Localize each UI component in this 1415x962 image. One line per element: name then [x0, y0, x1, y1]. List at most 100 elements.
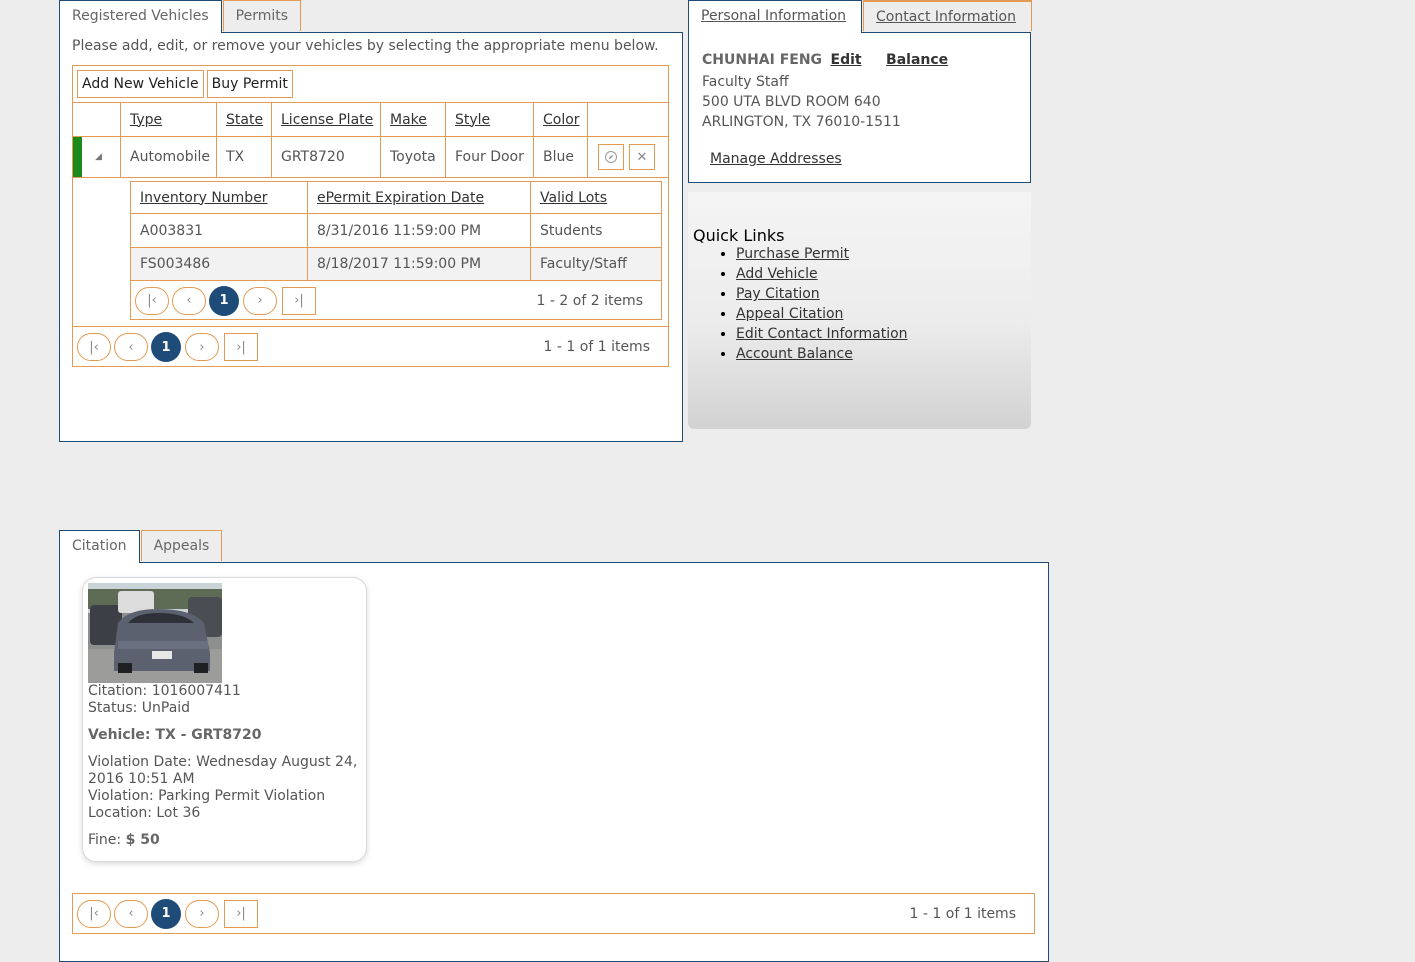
citation-card[interactable]: Citation: 1016007411 Status: UnPaid Vehi… [82, 577, 367, 862]
current-page[interactable]: 1 [151, 332, 181, 362]
person-details: Faculty Staff 500 UTA BLVD ROOM 640 ARLI… [702, 72, 901, 132]
citation-status: Status: UnPaid [88, 700, 191, 716]
previous-page-button[interactable]: ‹ [114, 899, 148, 928]
list-item: Account Balance [736, 344, 908, 364]
name-line: CHUNHAI FENG Edit Balance [702, 52, 948, 68]
column-header-make[interactable]: Make [381, 103, 446, 136]
first-page-button[interactable]: |‹ [135, 286, 169, 315]
tab-citation[interactable]: Citation [59, 530, 140, 563]
quick-links-title: Quick Links [693, 226, 785, 245]
citation-tabstrip: Citation Appeals [59, 530, 223, 563]
current-page[interactable]: 1 [209, 285, 239, 316]
personal-info-panel: CHUNHAI FENG Edit Balance Faculty Staff … [688, 32, 1031, 183]
permit-inventory: FS003486 [131, 248, 308, 280]
divider [73, 326, 668, 327]
citation-violation: Violation: Parking Permit Violation [88, 788, 326, 804]
person-role: Faculty Staff [702, 74, 789, 90]
previous-page-button[interactable]: ‹ [172, 286, 206, 315]
add-vehicle-link[interactable]: Add Vehicle [736, 266, 818, 282]
vehicles-instructions: Please add, edit, or remove your vehicle… [72, 38, 659, 54]
tab-personal-information[interactable]: Personal Information [688, 0, 862, 33]
column-header-color[interactable]: Color [534, 103, 588, 136]
last-page-button[interactable]: ›| [224, 899, 258, 928]
last-page-button[interactable]: ›| [224, 333, 258, 361]
add-new-vehicle-button[interactable]: Add New Vehicle [77, 70, 204, 98]
list-item: Appeal Citation [736, 304, 908, 324]
edit-vehicle-button[interactable] [598, 144, 624, 170]
actions-column-header [588, 103, 667, 136]
balance-link[interactable]: Balance [886, 52, 948, 68]
vehicles-toolbar: Add New Vehicle Buy Permit [73, 66, 668, 103]
permits-pager: |‹ ‹ 1 › ›| 1 - 2 of 2 items [131, 281, 661, 320]
address-line-2: ARLINGTON, TX 76010-1511 [702, 114, 901, 130]
appeal-citation-link[interactable]: Appeal Citation [736, 306, 843, 322]
vehicles-header-row: Type State License Plate Make Style Colo… [73, 103, 668, 137]
person-name: CHUNHAI FENG [702, 52, 823, 68]
manage-addresses-link[interactable]: Manage Addresses [710, 151, 842, 167]
vehicle-color: Blue [534, 137, 588, 177]
vehicles-grid: Add New Vehicle Buy Permit Type State Li… [72, 65, 669, 367]
vehicle-type: Automobile [121, 137, 217, 177]
column-header-inventory-number[interactable]: Inventory Number [131, 182, 308, 213]
address-line-1: 500 UTA BLVD ROOM 640 [702, 94, 881, 110]
car-photo-icon [88, 583, 222, 683]
permit-lots: Students [540, 222, 603, 239]
tab-permits[interactable]: Permits [222, 0, 302, 31]
list-item: Add Vehicle [736, 264, 908, 284]
previous-page-button[interactable]: ‹ [114, 333, 148, 361]
account-balance-link[interactable]: Account Balance [736, 346, 853, 362]
fine-label: Fine: [88, 832, 122, 848]
column-header-state[interactable]: State [217, 103, 272, 136]
citation-number: Citation: 1016007411 [88, 683, 241, 699]
column-header-type[interactable]: Type [121, 103, 217, 136]
vehicle-actions: ✕ [588, 137, 667, 177]
info-tabstrip: Personal Information Contact Information [688, 0, 1033, 33]
permit-lots: Faculty/Staff [540, 256, 627, 272]
pager-info: 1 - 1 of 1 items [909, 905, 1016, 922]
citation-photo[interactable] [88, 583, 222, 683]
first-page-button[interactable]: |‹ [77, 899, 111, 928]
vehicle-license-plate: GRT8720 [272, 137, 381, 177]
violation-date-line-2: 2016 10:51 AM [88, 771, 195, 787]
table-row[interactable]: A003831 8/31/2016 11:59:00 PM Students [131, 214, 661, 248]
column-header-style[interactable]: Style [446, 103, 534, 136]
pager-info: 1 - 1 of 1 items [543, 339, 650, 355]
vehicles-pager: |‹ ‹ 1 › ›| 1 - 1 of 1 items [77, 328, 668, 366]
next-page-button[interactable]: › [185, 899, 219, 928]
permit-inventory: A003831 [131, 214, 308, 247]
tab-registered-vehicles[interactable]: Registered Vehicles [59, 0, 222, 33]
fine-value: $ 50 [125, 832, 160, 848]
vehicle-style: Four Door [446, 137, 534, 177]
column-header-expiration-date[interactable]: ePermit Expiration Date [308, 182, 531, 213]
violation-date-line-1: Violation Date: Wednesday August 24, [88, 754, 358, 770]
first-page-button[interactable]: |‹ [77, 333, 111, 361]
delete-vehicle-button[interactable]: ✕ [629, 144, 655, 170]
buy-permit-button[interactable]: Buy Permit [206, 70, 293, 98]
table-row[interactable]: FS003486 8/18/2017 11:59:00 PM Faculty/S… [131, 248, 661, 281]
citation-location: Location: Lot 36 [88, 805, 201, 821]
permit-expiration: 8/18/2017 11:59:00 PM [308, 248, 531, 280]
list-item: Purchase Permit [736, 244, 908, 264]
last-page-button[interactable]: ›| [282, 286, 316, 315]
pay-citation-link[interactable]: Pay Citation [736, 286, 820, 302]
tab-appeals[interactable]: Appeals [140, 530, 223, 561]
column-header-valid-lots[interactable]: Valid Lots [531, 182, 659, 213]
pager-info: 1 - 2 of 2 items [536, 292, 643, 309]
current-page[interactable]: 1 [151, 898, 181, 929]
purchase-permit-link[interactable]: Purchase Permit [736, 246, 849, 262]
expand-column-header [73, 103, 121, 136]
vehicles-tabstrip: Registered Vehicles Permits [59, 0, 302, 33]
compass-icon [605, 151, 617, 163]
list-item: Pay Citation [736, 284, 908, 304]
edit-link[interactable]: Edit [831, 52, 862, 68]
next-page-button[interactable]: › [243, 286, 277, 315]
next-page-button[interactable]: › [185, 333, 219, 361]
vehicles-panel: Please add, edit, or remove your vehicle… [59, 32, 683, 442]
permits-header-row: Inventory Number ePermit Expiration Date… [131, 182, 661, 214]
close-icon: ✕ [636, 149, 648, 165]
column-header-license-plate[interactable]: License Plate [272, 103, 381, 136]
tab-contact-information[interactable]: Contact Information [863, 0, 1032, 31]
vehicle-make: Toyota [381, 137, 446, 177]
table-row[interactable]: ◢ Automobile TX GRT8720 Toyota Four Door… [73, 137, 668, 178]
edit-contact-information-link[interactable]: Edit Contact Information [736, 326, 908, 342]
